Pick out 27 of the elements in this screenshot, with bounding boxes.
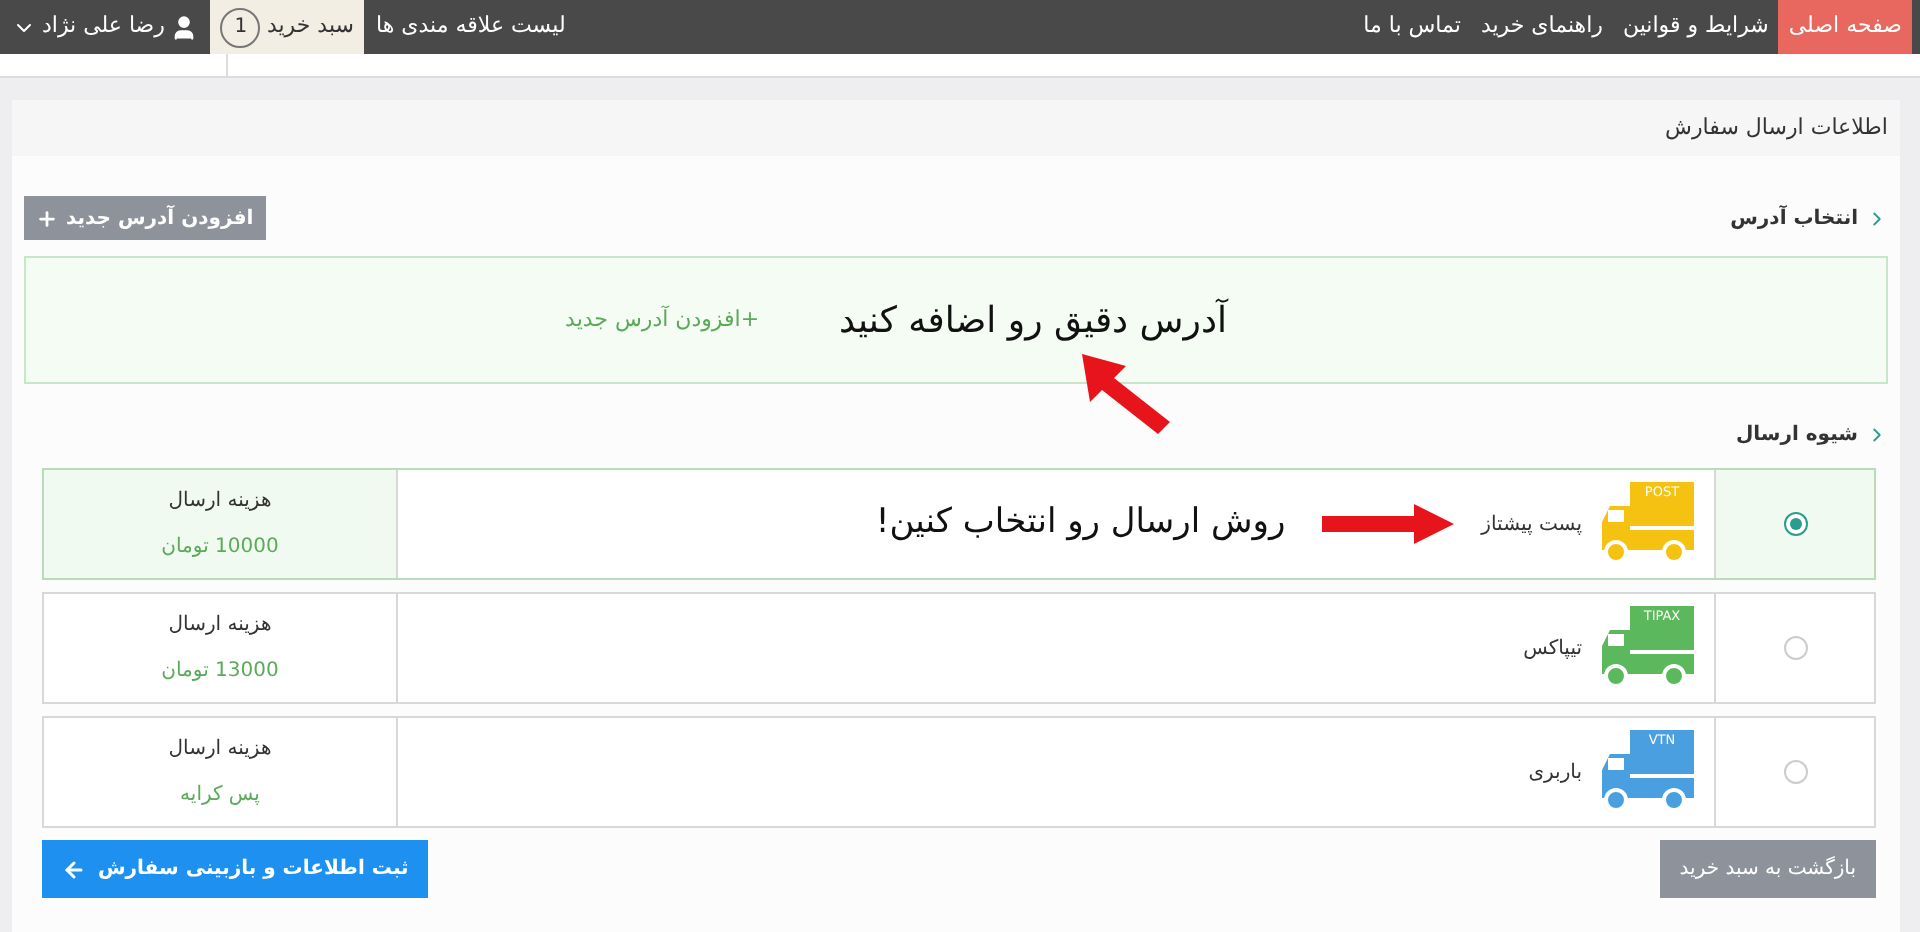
wishlist-link[interactable]: لیست علاقه مندی ها <box>363 0 578 54</box>
arrow-icon <box>1321 504 1454 544</box>
nav-link[interactable]: تماس با ما <box>1353 0 1471 54</box>
cost-value: 10000 تومان <box>161 534 279 562</box>
user-menu[interactable]: رضا علی نژاد <box>0 0 211 54</box>
cost-label: هزینه ارسال <box>168 488 272 516</box>
section-heading: شیوه ارسال <box>1735 421 1858 449</box>
plus-icon <box>36 207 58 229</box>
cost-value: پس کرایه <box>180 782 260 810</box>
cart-count: 1 <box>220 7 261 47</box>
cost-value: 13000 تومان <box>161 658 279 686</box>
section-heading: انتخاب آدرس <box>1730 203 1858 233</box>
radio-button[interactable] <box>1783 512 1807 536</box>
nav-link[interactable]: راهنمای خرید <box>1470 0 1613 54</box>
cost-label: هزینه ارسال <box>168 612 272 640</box>
panel-title: اطلاعات ارسال سفارش <box>1665 111 1888 144</box>
radio-button[interactable] <box>1783 760 1807 784</box>
callout-text: آدرس دقیق رو اضافه کنید <box>839 296 1227 345</box>
user-icon <box>170 13 199 41</box>
callout-text: روش ارسال رو انتخاب کنین! <box>875 500 1286 547</box>
method-name: پست پیشتاز <box>1481 511 1582 539</box>
arrow-left-icon <box>62 857 86 881</box>
cost-label: هزینه ارسال <box>168 736 272 764</box>
radio-button[interactable] <box>1783 636 1807 660</box>
method-name: تیپاکس <box>1523 635 1582 663</box>
nav-link[interactable]: شرایط و قوانین <box>1612 0 1779 54</box>
method-name: باربری <box>1528 759 1582 787</box>
